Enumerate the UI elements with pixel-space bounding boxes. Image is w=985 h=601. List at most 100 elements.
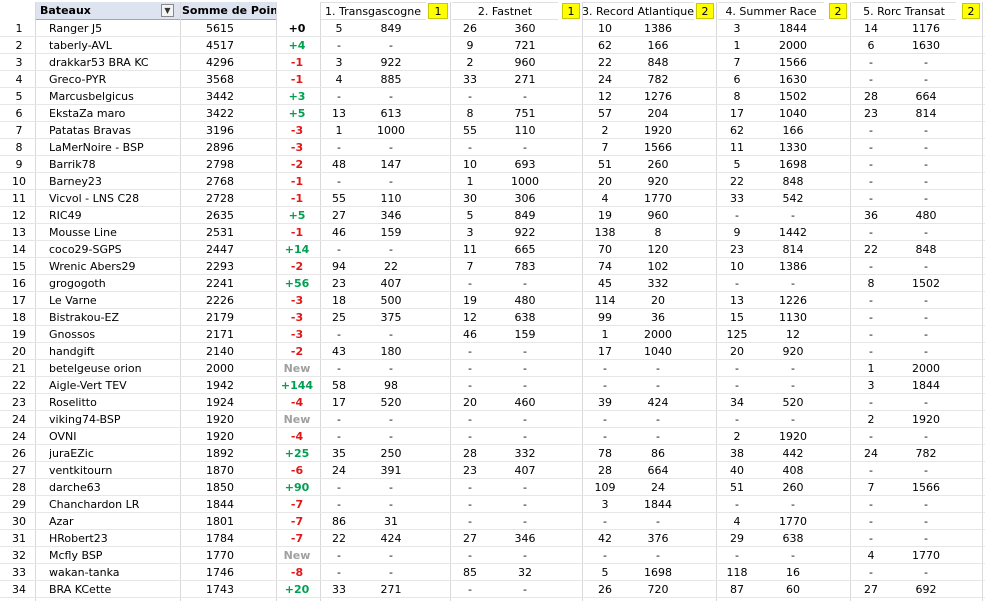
rank-change-cell[interactable]: +5 (276, 105, 318, 122)
race-1-score-cell[interactable]: 346 (366, 207, 416, 224)
race-4-score-cell[interactable]: 638 (762, 530, 824, 547)
rank-cell[interactable]: 13 (0, 224, 38, 241)
rank-change-cell[interactable]: -1 (276, 190, 318, 207)
race-3-score-cell[interactable]: 960 (630, 207, 686, 224)
race-5-position-cell[interactable]: 24 (856, 445, 886, 462)
race-5-score-cell[interactable]: 848 (900, 241, 952, 258)
race-2-score-cell[interactable]: - (498, 547, 552, 564)
total-points-cell[interactable]: 1870 (195, 462, 245, 479)
total-points-cell[interactable]: 2179 (195, 309, 245, 326)
table-row[interactable]: 7 Patatas Bravas 3196 -3 1 1000 55 110 2 1920 62 16… (0, 122, 985, 139)
table-row[interactable]: 30 Azar 1801 -7 86 31- - - -4 1770- - (0, 513, 985, 530)
total-points-cell[interactable]: 3422 (195, 105, 245, 122)
race-2-score-cell[interactable]: 1000 (498, 173, 552, 190)
race-4-position-cell[interactable]: - (722, 360, 752, 377)
race-2-position-cell[interactable]: - (452, 139, 488, 156)
table-row[interactable]: 4 Greco-PYR 3568 -1 4 885 33 271 24 782 6 1630 - - (0, 71, 985, 88)
rank-cell[interactable]: 15 (0, 258, 38, 275)
table-row[interactable]: 33 wakan-tanka 1746 -8- -85 32 5 1698 118 16- - (0, 564, 985, 581)
boat-name-cell[interactable]: grogogoth (49, 275, 179, 292)
race-2-score-cell[interactable]: - (498, 479, 552, 496)
race-2-score-cell[interactable]: 332 (498, 445, 552, 462)
race-1-position-cell[interactable]: 23 (326, 275, 352, 292)
race-2-score-cell[interactable]: - (498, 496, 552, 513)
race-3-score-cell[interactable]: 1770 (630, 190, 686, 207)
boat-name-cell[interactable]: BRA KCette (49, 581, 179, 598)
boat-name-cell[interactable]: drakkar53 BRA KC (49, 54, 179, 71)
race-1-position-cell[interactable]: - (326, 37, 352, 54)
rank-change-cell[interactable]: +90 (276, 479, 318, 496)
race-2-score-cell[interactable]: - (498, 428, 552, 445)
race-5-position-cell[interactable]: - (856, 462, 886, 479)
total-points-cell[interactable]: 1784 (195, 530, 245, 547)
boat-name-cell[interactable]: Roselitto (49, 394, 179, 411)
rank-cell[interactable]: 11 (0, 190, 38, 207)
race-1-position-cell[interactable]: 3 (326, 54, 352, 71)
race-3-score-cell[interactable]: 1844 (630, 496, 686, 513)
race-1-position-cell[interactable]: - (326, 479, 352, 496)
race-2-position-cell[interactable]: 27 (452, 530, 488, 547)
race-5-position-cell[interactable]: - (856, 530, 886, 547)
race-1-score-cell[interactable]: 424 (366, 530, 416, 547)
race-5-score-cell[interactable]: 480 (900, 207, 952, 224)
race-1-score-cell[interactable]: 407 (366, 275, 416, 292)
rank-change-cell[interactable]: -1 (276, 224, 318, 241)
race-4-position-cell[interactable]: 51 (722, 479, 752, 496)
race-2-position-cell[interactable]: - (452, 428, 488, 445)
race-2-position-cell[interactable]: - (452, 275, 488, 292)
rank-change-cell[interactable]: -7 (276, 530, 318, 547)
race-3-score-cell[interactable]: 2000 (630, 326, 686, 343)
race-1-position-cell[interactable]: - (326, 547, 352, 564)
race-5-position-cell[interactable]: - (856, 496, 886, 513)
race-5-score-cell[interactable]: - (900, 326, 952, 343)
rank-change-cell[interactable]: -7 (276, 513, 318, 530)
rank-change-cell[interactable]: -3 (276, 139, 318, 156)
rank-cell[interactable]: 9 (0, 156, 38, 173)
rank-change-cell[interactable]: New (276, 411, 318, 428)
race-5-score-cell[interactable]: 1502 (900, 275, 952, 292)
table-row[interactable]: 14 coco29-SGPS 2447 +14- -11 665 70 120 23 814 22 8… (0, 241, 985, 258)
race-1-score-cell[interactable]: - (366, 479, 416, 496)
race-3-position-cell[interactable]: - (588, 547, 622, 564)
race-1-position-cell[interactable]: 18 (326, 292, 352, 309)
rank-change-cell[interactable]: +14 (276, 241, 318, 258)
race-3-position-cell[interactable]: - (588, 428, 622, 445)
race-3-position-cell[interactable]: 2 (588, 122, 622, 139)
boat-name-cell[interactable]: Barrik78 (49, 156, 179, 173)
race-4-position-cell[interactable]: 38 (722, 445, 752, 462)
race-3-position-cell[interactable]: 19 (588, 207, 622, 224)
total-points-cell[interactable]: 2896 (195, 139, 245, 156)
race-4-score-cell[interactable]: 1844 (762, 20, 824, 37)
race-4-score-cell[interactable]: 520 (762, 394, 824, 411)
race-2-score-cell[interactable]: 849 (498, 207, 552, 224)
rank-change-cell[interactable]: -3 (276, 326, 318, 343)
table-row[interactable]: 12 RIC49 2635 +5 27 346 5 849 19 960 - - 36 480 (0, 207, 985, 224)
race-3-score-cell[interactable]: - (630, 513, 686, 530)
race-4-position-cell[interactable]: 6 (722, 71, 752, 88)
rank-change-cell[interactable]: -4 (276, 428, 318, 445)
race-5-position-cell[interactable]: - (856, 428, 886, 445)
race-1-score-cell[interactable]: - (366, 326, 416, 343)
race-4-coefficient[interactable]: 2 (829, 3, 847, 19)
race-4-position-cell[interactable]: 23 (722, 241, 752, 258)
race-5-position-cell[interactable]: 14 (856, 20, 886, 37)
header-race-4[interactable]: 4. Summer Race (718, 2, 824, 20)
race-5-score-cell[interactable]: 1920 (900, 411, 952, 428)
table-row[interactable]: 20 handgift 2140 -2 43 180- -17 1040 20 920- - (0, 343, 985, 360)
race-4-score-cell[interactable]: 1698 (762, 156, 824, 173)
boat-name-cell[interactable]: juraEZic (49, 445, 179, 462)
boat-name-cell[interactable]: LaMerNoire - BSP (49, 139, 179, 156)
race-4-score-cell[interactable]: 1770 (762, 513, 824, 530)
race-3-position-cell[interactable]: 138 (588, 224, 622, 241)
race-2-score-cell[interactable]: - (498, 411, 552, 428)
race-3-score-cell[interactable]: 1566 (630, 139, 686, 156)
race-1-position-cell[interactable]: - (326, 360, 352, 377)
total-points-cell[interactable]: 1746 (195, 564, 245, 581)
race-1-position-cell[interactable]: 48 (326, 156, 352, 173)
race-3-position-cell[interactable]: 7 (588, 139, 622, 156)
race-4-position-cell[interactable]: 15 (722, 309, 752, 326)
race-2-score-cell[interactable]: - (498, 360, 552, 377)
boat-name-cell[interactable]: Mcfly BSP (49, 547, 179, 564)
race-1-score-cell[interactable]: 110 (366, 190, 416, 207)
race-1-score-cell[interactable]: 885 (366, 71, 416, 88)
